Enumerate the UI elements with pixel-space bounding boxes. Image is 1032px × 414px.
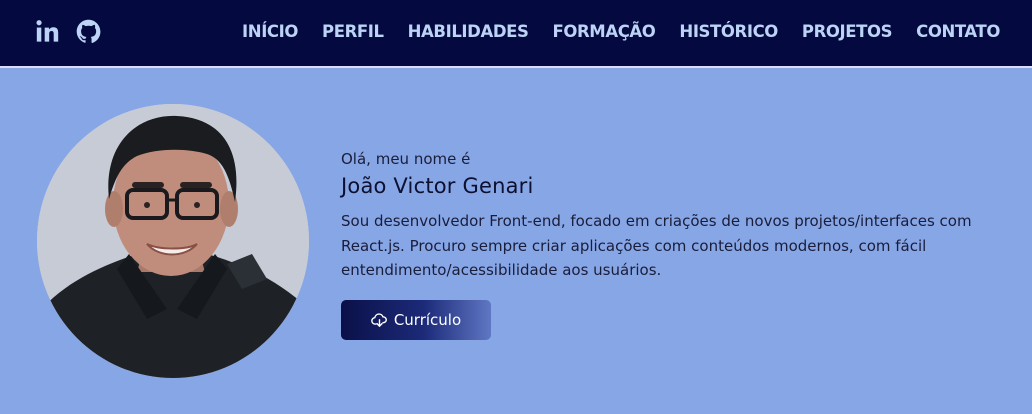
intro-section: Olá, meu nome é João Victor Genari Sou d… — [341, 150, 1031, 283]
nav-link-historico[interactable]: HISTÓRICO — [679, 22, 778, 41]
profile-photo — [37, 104, 309, 378]
developer-name: João Victor Genari — [341, 174, 534, 198]
nav-link-contato[interactable]: CONTATO — [916, 22, 1000, 41]
greeting-text: Olá, meu nome é — [341, 150, 471, 168]
bio-text: Sou desenvolvedor Front-end, focado em c… — [341, 212, 972, 279]
cloud-download-icon — [371, 312, 388, 329]
resume-button-label: Currículo — [393, 311, 462, 329]
top-navbar: INÍCIO PERFIL HABILIDADES FORMAÇÃO HISTÓ… — [0, 0, 1032, 68]
github-icon[interactable] — [75, 18, 102, 45]
nav-link-inicio[interactable]: INÍCIO — [242, 22, 298, 41]
nav-link-habilidades[interactable]: HABILIDADES — [408, 22, 529, 41]
nav-link-formacao[interactable]: FORMAÇÃO — [553, 22, 656, 41]
social-links — [34, 18, 102, 45]
resume-download-button[interactable]: Currículo — [341, 300, 491, 340]
nav-link-perfil[interactable]: PERFIL — [322, 22, 384, 41]
linkedin-icon[interactable] — [34, 18, 61, 45]
main-nav: INÍCIO PERFIL HABILIDADES FORMAÇÃO HISTÓ… — [242, 22, 1000, 41]
nav-link-projetos[interactable]: PROJETOS — [802, 22, 893, 41]
